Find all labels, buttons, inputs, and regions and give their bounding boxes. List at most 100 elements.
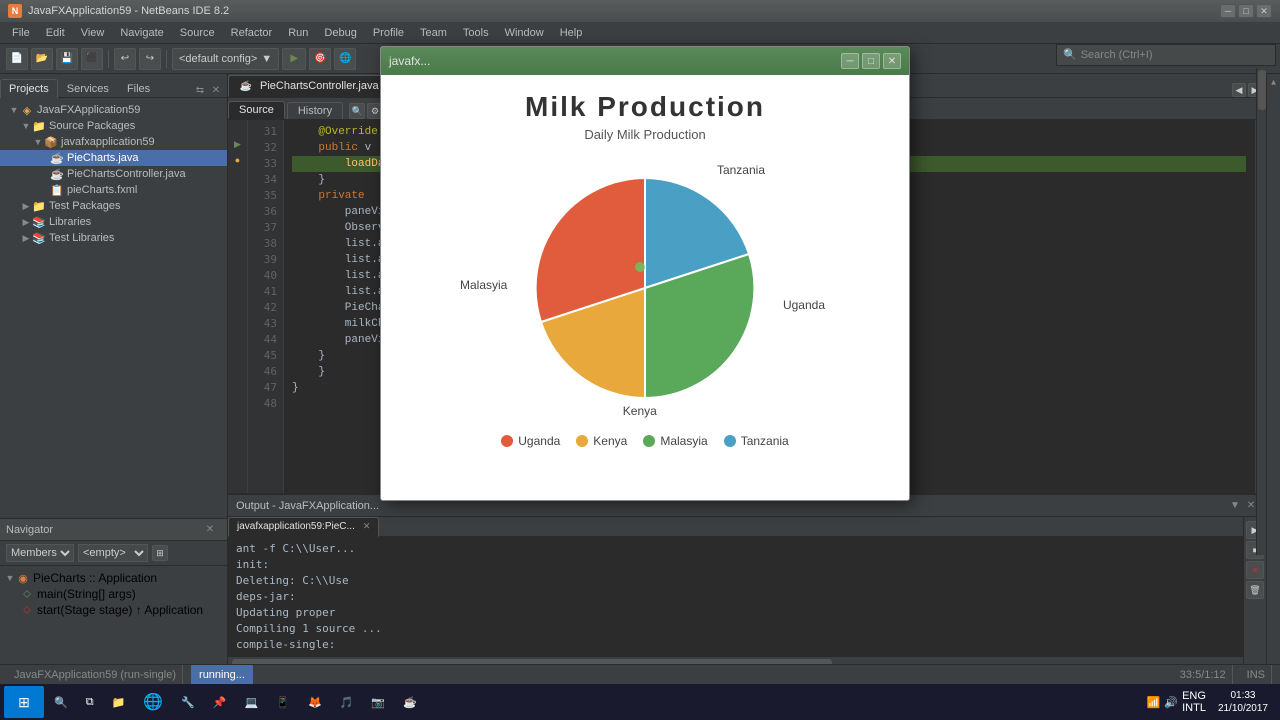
tab-icon: ☕ xyxy=(239,79,253,93)
menu-edit[interactable]: Edit xyxy=(38,25,73,41)
globe-button[interactable]: 🌐 xyxy=(334,48,356,70)
window-controls: ─ □ ✕ xyxy=(1220,4,1272,18)
undo-button[interactable]: ↩ xyxy=(114,48,136,70)
editor-tab-controller[interactable]: ☕ PieChartsController.java ✕ xyxy=(228,75,405,97)
taskbar-app3[interactable]: 💻 xyxy=(237,686,267,718)
piecharts-label: PieCharts.java xyxy=(67,152,139,164)
members-dropdown[interactable]: Members xyxy=(6,544,74,562)
menu-navigate[interactable]: Navigate xyxy=(112,25,171,41)
app-minimize-button[interactable]: ─ xyxy=(841,53,859,69)
output-collapse-icon[interactable]: ▼ xyxy=(1228,499,1242,513)
tab-projects[interactable]: Projects xyxy=(0,79,58,98)
gutter-row-40 xyxy=(228,264,247,280)
taskbar-firefox[interactable]: 🦊 xyxy=(300,686,330,718)
redo-button[interactable]: ↪ xyxy=(139,48,161,70)
right-panel-text[interactable]: ▼ xyxy=(1269,78,1278,87)
output-line-2: init: xyxy=(236,557,1235,573)
target-button[interactable]: 🎯 xyxy=(309,48,331,70)
source-tab-history[interactable]: History xyxy=(287,102,343,119)
panel-tabs: Projects Services Files ⇆ ✕ xyxy=(0,74,227,98)
tree-item-source-packages[interactable]: ▼ 📁 Source Packages xyxy=(0,118,227,134)
menu-profile[interactable]: Profile xyxy=(365,25,412,41)
new-button[interactable]: 📄 xyxy=(6,48,28,70)
taskbar-clock[interactable]: 01:33 21/10/2017 xyxy=(1210,689,1276,715)
menu-window[interactable]: Window xyxy=(497,25,552,41)
taskbar-app1[interactable]: 🔧 xyxy=(173,686,203,718)
window-title: JavaFXApplication59 - NetBeans IDE 8.2 xyxy=(28,5,229,17)
output-clear-btn[interactable]: 🗑 xyxy=(1246,581,1264,599)
source-tab-source[interactable]: Source xyxy=(228,101,285,119)
tree-item-test-libraries[interactable]: ▶ 📚 Test Libraries xyxy=(0,230,227,246)
editor-v-scrollbar-thumb[interactable] xyxy=(1258,70,1266,110)
save-button[interactable]: 💾 xyxy=(56,48,78,70)
status-encoding: INS xyxy=(1241,665,1272,684)
maximize-button[interactable]: □ xyxy=(1238,4,1254,18)
menu-help[interactable]: Help xyxy=(552,25,591,41)
label-kenya: Kenya xyxy=(623,404,657,418)
menu-view[interactable]: View xyxy=(73,25,113,41)
panel-close-icon[interactable]: ✕ xyxy=(209,83,223,97)
nav-close-icon[interactable]: ✕ xyxy=(203,523,217,537)
tree-item-fxml[interactable]: 📋 pieCharts.fxml xyxy=(0,182,227,198)
taskbar-explorer[interactable]: 📁 xyxy=(104,686,134,718)
taskbar-app7[interactable]: ☕ xyxy=(395,686,425,718)
panel-sync-icon[interactable]: ⇆ xyxy=(193,83,207,97)
tree-item-piecharts[interactable]: ☕ PieCharts.java xyxy=(0,150,227,166)
navigator-header: Navigator ✕ xyxy=(0,519,227,541)
legend-dot-uganda xyxy=(501,435,513,447)
clock-time: 01:33 xyxy=(1218,689,1268,702)
open-button[interactable]: 📂 xyxy=(31,48,53,70)
nav-item-main[interactable]: ⬦ main(String[] args) xyxy=(0,586,227,602)
tab-files[interactable]: Files xyxy=(118,79,159,98)
start-button[interactable]: ⊞ xyxy=(4,686,44,718)
menu-run[interactable]: Run xyxy=(280,25,316,41)
taskbar-app5[interactable]: 🎵 xyxy=(332,686,362,718)
editor-v-scrollbar[interactable] xyxy=(1256,68,1266,555)
tree-arrow-libs: ▶ xyxy=(20,216,32,228)
save-all-button[interactable]: ⬛ xyxy=(81,48,103,70)
tree-item-libraries[interactable]: ▶ 📚 Libraries xyxy=(0,214,227,230)
scroll-left-icon[interactable]: ◀ xyxy=(1232,83,1246,97)
gutter-row-34 xyxy=(228,168,247,184)
menu-file[interactable]: File xyxy=(4,25,38,41)
line-numbers: 31323334 35363738 39404142 43444546 4748 xyxy=(248,120,284,493)
menu-source[interactable]: Source xyxy=(172,25,223,41)
config-dropdown[interactable]: <default config> ▼ xyxy=(172,48,279,70)
project-icon: ◈ xyxy=(20,103,34,117)
nav-item-piecharts[interactable]: ▼ ◉ PieCharts :: Application xyxy=(0,570,227,586)
empty-dropdown[interactable]: <empty> xyxy=(78,544,148,562)
tree-item-package[interactable]: ▼ 📦 javafxapplication59 xyxy=(0,134,227,150)
output-tab[interactable]: javafxapplication59:PieC... ✕ xyxy=(228,517,379,537)
tab-services[interactable]: Services xyxy=(58,79,118,98)
run-button[interactable]: ▶ xyxy=(282,48,306,70)
tree-item-controller[interactable]: ☕ PieChartsController.java xyxy=(0,166,227,182)
close-button[interactable]: ✕ xyxy=(1256,4,1272,18)
source-btn-1[interactable]: 🔍 xyxy=(349,103,365,119)
menu-tools[interactable]: Tools xyxy=(455,25,497,41)
nav-toggle-btn[interactable]: ⊞ xyxy=(152,545,168,561)
search-input[interactable] xyxy=(1081,49,1269,61)
output-rerun-btn[interactable]: ✕ xyxy=(1246,561,1264,579)
minimize-button[interactable]: ─ xyxy=(1220,4,1236,18)
gutter-row-36 xyxy=(228,200,247,216)
tree-item-project[interactable]: ▼ ◈ JavaFXApplication59 xyxy=(0,102,227,118)
app-close-button[interactable]: ✕ xyxy=(883,53,901,69)
taskbar-app6[interactable]: 📷 xyxy=(363,686,393,718)
legend-dot-tanzania xyxy=(724,435,736,447)
label-malasyia: Malasyia xyxy=(460,278,507,292)
taskbar-task-view[interactable]: ⧉ xyxy=(78,686,102,718)
menu-team[interactable]: Team xyxy=(412,25,455,41)
menu-debug[interactable]: Debug xyxy=(316,25,364,41)
taskbar-app4[interactable]: 📱 xyxy=(268,686,298,718)
menu-refactor[interactable]: Refactor xyxy=(223,25,281,41)
taskbar-app2[interactable]: 📌 xyxy=(205,686,235,718)
taskbar-search[interactable]: 🔍 xyxy=(46,686,76,718)
tree-item-test-packages[interactable]: ▶ 📁 Test Packages xyxy=(0,198,227,214)
taskbar-search-icon: 🔍 xyxy=(54,696,68,709)
nav-item-start[interactable]: ⬦ start(Stage stage) ↑ Application xyxy=(0,602,227,618)
gutter-row-43 xyxy=(228,312,247,328)
legend-label-malasyia: Malasyia xyxy=(660,434,707,448)
app-maximize-button[interactable]: □ xyxy=(862,53,880,69)
output-tab-close[interactable]: ✕ xyxy=(363,521,371,532)
taskbar-chrome[interactable]: 🌐 xyxy=(135,686,171,718)
